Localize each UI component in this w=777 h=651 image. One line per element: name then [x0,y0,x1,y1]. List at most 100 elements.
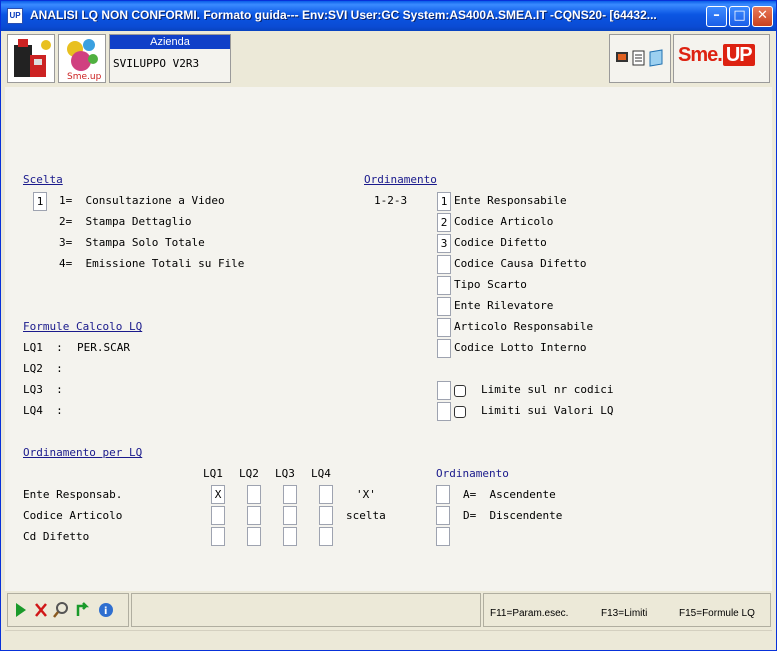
ordinamento-label-5: Tipo Scarto [454,278,527,291]
smeup-brand: Sme. UP [673,34,770,83]
run-icon[interactable] [16,603,26,617]
ord-lq-header: Ordinamento per LQ [23,446,143,459]
lq-row-3-label: Cd Difetto [23,530,90,543]
ordinamento-label-6: Ente Rilevatore [454,299,554,312]
brand-text: Sme. [678,44,723,66]
ord2-option-d: D= Discendente [463,509,563,522]
bottom-strip [5,630,772,648]
formula-lq1-label: LQ1 : [23,341,63,354]
scelta-input[interactable]: 1 [33,192,47,211]
lq-row-1-lq1[interactable]: X [211,485,225,504]
ordinamento-input-6[interactable] [437,297,451,316]
smeup-logo-icon[interactable]: Sme.up [58,34,106,83]
lq-row-2-lq3[interactable] [283,506,297,525]
formula-lq2-label: LQ2 : [23,362,63,375]
window-title: ANALISI LQ NON CONFORMI. Formato guida--… [30,8,657,22]
ordinamento-input-1[interactable]: 1 [437,192,451,211]
lq-row-1-label: Ente Responsab. [23,488,123,501]
title-bar[interactable]: UP ANALISI LQ NON CONFORMI. Formato guid… [1,1,776,31]
x-hint: 'X' [356,488,376,501]
function-keys: F11=Param.esec. F13=Limiti F15=Formule L… [483,593,771,627]
app-icon[interactable]: UP [7,8,23,24]
refresh-icon[interactable] [76,602,90,616]
azienda-label: Azienda [110,35,230,49]
limite-codici-input[interactable] [437,381,451,400]
limite-codici-checkbox[interactable] [454,385,466,397]
minimize-button[interactable]: – [706,6,727,27]
lq-row-1-lq4[interactable] [319,485,333,504]
ord2-header: Ordinamento [436,467,509,480]
azienda-value: SVILUPPO V2R3 [113,57,200,70]
lq-col-4: LQ4 [311,467,331,480]
lq-row-3-lq4[interactable] [319,527,333,546]
application-window: UP ANALISI LQ NON CONFORMI. Formato guid… [0,0,777,651]
ordinamento-input-3[interactable]: 3 [437,234,451,253]
scelta-hint: scelta [346,509,386,522]
scelta-option-4: 4= Emissione Totali su File [59,257,245,270]
lq-col-1: LQ1 [203,467,223,480]
ordinamento-label-8: Codice Lotto Interno [454,341,587,354]
lq-row-2-lq1[interactable] [211,506,225,525]
ordinamento-label-3: Codice Difetto [454,236,547,249]
scelta-option-3: 3= Stampa Solo Totale [59,236,205,249]
limite-codici-label: Limite sul nr codici [481,383,614,396]
lq-row-2-label: Codice Articolo [23,509,123,522]
ordinamento-header: Ordinamento [364,173,437,186]
ordinamento-input-7[interactable] [437,318,451,337]
ordinamento-input-8[interactable] [437,339,451,358]
form-area: Scelta 1 1= Consultazione a Video 2= Sta… [5,87,772,591]
status-message [131,593,481,627]
ord2-input-3[interactable] [436,527,450,546]
machine-logo-icon[interactable] [7,34,55,83]
ordinamento-label-1: Ente Responsabile [454,194,567,207]
maximize-button[interactable]: □ [729,6,750,27]
ordinamento-input-5[interactable] [437,276,451,295]
action-icons: i [7,593,129,627]
formula-lq1-value: PER.SCAR [77,341,130,354]
limiti-valori-checkbox[interactable] [454,406,466,418]
monitor-icon[interactable] [616,52,628,62]
fkey-f13[interactable]: F13=Limiti [601,608,647,619]
fkey-f11[interactable]: F11=Param.esec. [490,608,568,619]
close-button[interactable]: ✕ [752,6,773,27]
document-icon[interactable] [632,50,645,66]
brand-up: UP [722,44,755,66]
ord2-input-1[interactable] [436,485,450,504]
lq-row-1-lq3[interactable] [283,485,297,504]
ord2-option-a: A= Ascendente [463,488,556,501]
ord2-input-2[interactable] [436,506,450,525]
lq-row-2-lq4[interactable] [319,506,333,525]
formula-lq4-label: LQ4 : [23,404,63,417]
ordinamento-hint: 1-2-3 [374,194,408,207]
ordinamento-input-2[interactable]: 2 [437,213,451,232]
cancel-icon[interactable] [35,603,47,617]
limiti-valori-label: Limiti sui Valori LQ [481,404,614,417]
ordinamento-label-7: Articolo Responsabile [454,320,594,333]
limiti-valori-input[interactable] [437,402,451,421]
scelta-option-2: 2= Stampa Dettaglio [59,215,192,228]
ordinamento-input-4[interactable] [437,255,451,274]
lq-row-3-lq2[interactable] [247,527,261,546]
lq-row-3-lq1[interactable] [211,527,225,546]
scelta-header: Scelta [23,173,63,186]
ordinamento-label-4: Codice Causa Difetto [454,257,587,270]
scelta-option-1: 1= Consultazione a Video [59,194,225,207]
header-toolbar: Sme.up Azienda SVILUPPO V2R3 Sme. UP [5,32,772,85]
formula-lq3-label: LQ3 : [23,383,63,396]
lq-row-3-lq3[interactable] [283,527,297,546]
lq-col-3: LQ3 [275,467,295,480]
info-icon[interactable]: i [99,603,113,617]
lq-row-1-lq2[interactable] [247,485,261,504]
tool-icons [609,34,671,83]
formule-header: Formule Calcolo LQ [23,320,143,333]
help-book-icon[interactable] [649,49,663,67]
fkey-f15[interactable]: F15=Formule LQ [679,608,755,619]
lq-row-2-lq2[interactable] [247,506,261,525]
lq-col-2: LQ2 [239,467,259,480]
status-bar: i F11=Param.esec. F13=Limiti F15=Formule… [5,591,772,629]
svg-text:Sme.up: Sme.up [67,72,102,82]
svg-text:i: i [104,606,107,617]
ordinamento-label-2: Codice Articolo [454,215,554,228]
azienda-panel: Azienda SVILUPPO V2R3 [109,34,231,83]
search-icon[interactable] [53,602,68,618]
